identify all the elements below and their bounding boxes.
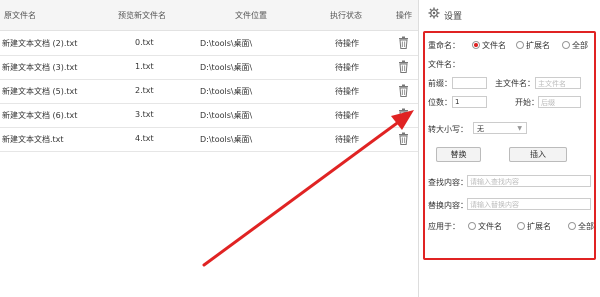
location-cell: D:\tools\桌面\	[200, 87, 253, 96]
preview-name-cell: 3.txt	[135, 110, 154, 119]
trash-icon[interactable]	[398, 60, 409, 73]
location-cell: D:\tools\桌面\	[200, 111, 253, 120]
status-cell: 待操作	[335, 87, 359, 96]
preview-name-cell: 4.txt	[135, 134, 154, 143]
original-name-cell: 新建文本文档 (6).txt	[2, 111, 78, 120]
trash-icon[interactable]	[398, 108, 409, 121]
location-cell: D:\tools\桌面\	[200, 63, 253, 72]
trash-icon[interactable]	[398, 132, 409, 145]
settings-title: 设置	[444, 12, 463, 22]
original-name-cell: 新建文本文档.txt	[2, 135, 64, 144]
header-status: 执行状态	[330, 11, 362, 20]
file-table: 原文件名 预览新文件名 文件位置 执行状态 操作 新建文本文档 (2).txt …	[0, 0, 420, 297]
table-header: 原文件名 预览新文件名 文件位置 执行状态 操作	[0, 0, 420, 31]
table-row[interactable]: 新建文本文档 (5).txt 2.txt D:\tools\桌面\ 待操作	[0, 79, 420, 104]
header-original-name: 原文件名	[4, 11, 36, 20]
highlight-box	[423, 31, 596, 260]
original-name-cell: 新建文本文档 (5).txt	[2, 87, 78, 96]
location-cell: D:\tools\桌面\	[200, 135, 253, 144]
status-cell: 待操作	[335, 39, 359, 48]
header-preview-name: 预览新文件名	[118, 11, 166, 20]
header-location: 文件位置	[235, 11, 267, 20]
table-row[interactable]: 新建文本文档 (3).txt 1.txt D:\tools\桌面\ 待操作	[0, 55, 420, 80]
preview-name-cell: 0.txt	[135, 38, 154, 47]
location-cell: D:\tools\桌面\	[200, 39, 253, 48]
preview-name-cell: 1.txt	[135, 62, 154, 71]
original-name-cell: 新建文本文档 (3).txt	[2, 63, 78, 72]
table-row[interactable]: 新建文本文档.txt 4.txt D:\tools\桌面\ 待操作	[0, 127, 420, 152]
status-cell: 待操作	[335, 63, 359, 72]
table-row[interactable]: 新建文本文档 (2).txt 0.txt D:\tools\桌面\ 待操作	[0, 31, 420, 56]
original-name-cell: 新建文本文档 (2).txt	[2, 39, 78, 48]
status-cell: 待操作	[335, 135, 359, 144]
trash-icon[interactable]	[398, 36, 409, 49]
preview-name-cell: 2.txt	[135, 86, 154, 95]
trash-icon[interactable]	[398, 84, 409, 97]
gear-icon	[428, 7, 440, 19]
status-cell: 待操作	[335, 111, 359, 120]
table-row[interactable]: 新建文本文档 (6).txt 3.txt D:\tools\桌面\ 待操作	[0, 103, 420, 128]
header-action: 操作	[396, 11, 412, 20]
